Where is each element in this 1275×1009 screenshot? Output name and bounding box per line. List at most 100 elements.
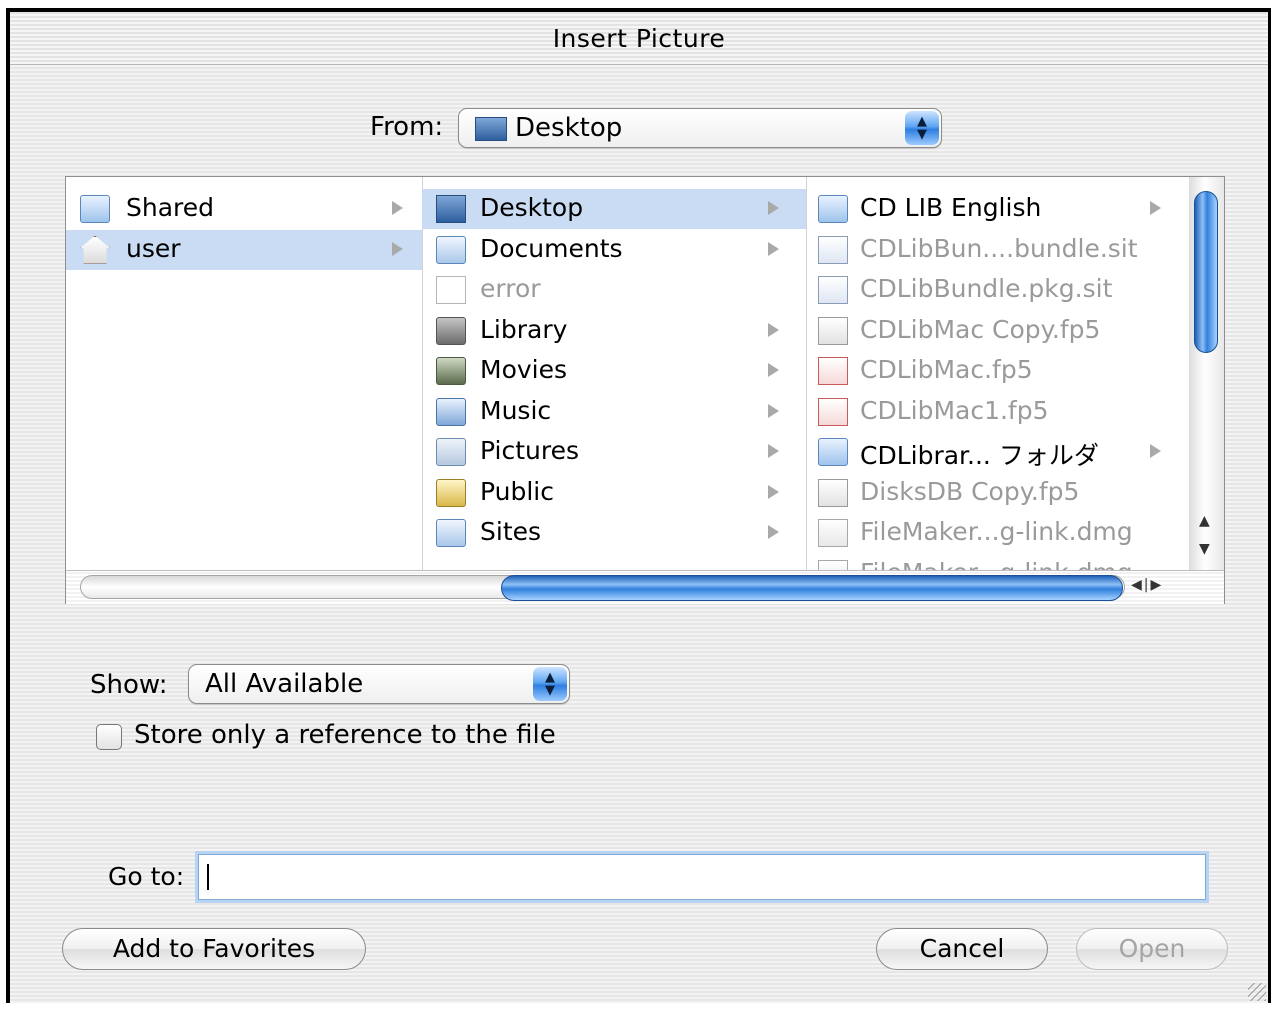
window-title: Insert Picture xyxy=(552,24,726,53)
browser-item[interactable]: Music xyxy=(422,392,806,432)
browser-item[interactable]: CDLibMac Copy.fp5 xyxy=(806,311,1189,351)
from-value: Desktop xyxy=(515,113,623,143)
browser-item-name: Movies xyxy=(480,355,568,384)
disclosure-arrow-icon xyxy=(768,484,779,499)
desktop-folder-icon xyxy=(475,117,507,141)
browser-item-name: Music xyxy=(480,395,552,425)
disclosure-arrow-icon xyxy=(1150,201,1161,215)
browser-item-name: user xyxy=(126,233,181,263)
open-button[interactable]: Open xyxy=(1076,928,1228,970)
movies-folder-icon xyxy=(436,357,466,385)
document-icon xyxy=(436,276,466,304)
disclosure-arrow-icon xyxy=(768,322,779,337)
pictures-folder-icon xyxy=(436,438,466,466)
scroll-left-right-arrows-icon[interactable]: ◀|▶ xyxy=(1131,577,1163,593)
browser-item-name: CDLibBun....bundle.sit xyxy=(860,233,1138,263)
browser-item-name: CDLibMac.fp5 xyxy=(860,355,1033,384)
browser-item-name: Pictures xyxy=(480,436,579,465)
browser-item[interactable]: CDLibBun....bundle.sit xyxy=(806,230,1189,270)
public-folder-icon xyxy=(436,478,466,507)
sites-folder-icon xyxy=(436,519,466,547)
desktop-folder-icon xyxy=(436,195,466,223)
archive-icon xyxy=(818,235,848,264)
folder-icon xyxy=(818,438,848,466)
browser-item[interactable]: DisksDB Copy.fp5 xyxy=(806,473,1189,513)
browser-column-1: Shared user xyxy=(66,177,423,570)
browser-item[interactable]: CD LIB English xyxy=(806,189,1189,229)
horizontal-scrollbar[interactable]: ◀|▶ xyxy=(66,570,1224,604)
text-caret xyxy=(207,864,209,890)
cancel-button[interactable]: Cancel xyxy=(876,928,1048,970)
browser-item[interactable]: Sites xyxy=(422,513,806,553)
browser-item-name: Shared xyxy=(126,193,215,222)
browser-column-2: Desktop Documents error Library Movies Music P… xyxy=(422,177,807,570)
browser-item-name: CDLibMac1.fp5 xyxy=(860,395,1049,425)
show-value: All Available xyxy=(205,669,364,699)
documents-folder-icon xyxy=(436,235,466,264)
browser-item-name: Public xyxy=(480,476,554,506)
disclosure-arrow-icon xyxy=(768,403,779,418)
from-label: From: xyxy=(370,112,444,142)
popup-arrows-icon: ▲ ▼ xyxy=(533,667,567,701)
browser-item[interactable]: Library xyxy=(422,311,806,351)
browser-item-name: error xyxy=(480,274,541,303)
browser-item[interactable]: Movies xyxy=(422,351,806,391)
from-popup[interactable]: Desktop ▲ ▼ xyxy=(458,108,942,148)
browser-item-name: CDLibBundle.pkg.sit xyxy=(860,274,1113,303)
browser-item-name: Documents xyxy=(480,233,623,263)
show-popup[interactable]: All Available ▲ ▼ xyxy=(188,664,570,704)
disclosure-arrow-icon xyxy=(1150,444,1161,458)
disclosure-arrow-icon xyxy=(768,525,779,539)
popup-arrows-icon: ▲ ▼ xyxy=(905,111,939,145)
browser-item[interactable]: CDLibrar... フォルダ xyxy=(806,432,1189,472)
reference-checkbox-label[interactable]: Store only a reference to the file xyxy=(134,720,556,750)
insert-picture-dialog: Insert Picture From: Desktop ▲ ▼ Shared us… xyxy=(6,8,1271,1003)
horizontal-scroll-thumb[interactable] xyxy=(501,575,1123,601)
browser-item[interactable]: user xyxy=(66,229,422,270)
disclosure-arrow-icon xyxy=(768,201,779,215)
browser-item[interactable]: CDLibMac1.fp5 xyxy=(806,392,1189,432)
music-folder-icon xyxy=(436,397,466,426)
browser-item-name: CDLibMac Copy.fp5 xyxy=(860,314,1101,344)
browser-item-name: FileMaker...g-link.dmg xyxy=(860,517,1133,546)
browser-item[interactable]: Documents xyxy=(422,230,806,270)
reference-checkbox[interactable] xyxy=(96,724,122,750)
browser-item[interactable]: FileMaker...g-link.dmg xyxy=(806,513,1189,553)
browser-item[interactable]: CDLibMac.fp5 xyxy=(806,351,1189,391)
add-to-favorites-button[interactable]: Add to Favorites xyxy=(62,928,366,970)
browser-item-name: CD LIB English xyxy=(860,193,1042,222)
archive-icon xyxy=(818,276,848,304)
scroll-up-arrow-icon[interactable]: ▲ xyxy=(1199,513,1210,529)
goto-label: Go to: xyxy=(108,862,185,891)
folder-icon xyxy=(80,195,110,223)
browser-item[interactable]: FileMaker...g-link.dmg xyxy=(806,554,1189,571)
resize-grip-icon[interactable] xyxy=(1248,983,1266,1001)
browser-item[interactable]: CDLibBundle.pkg.sit xyxy=(806,270,1189,310)
disclosure-arrow-icon xyxy=(768,363,779,377)
browser-item[interactable]: Shared xyxy=(66,189,422,229)
browser-item-name: Sites xyxy=(480,517,542,546)
vertical-scroll-thumb[interactable] xyxy=(1194,191,1218,353)
library-folder-icon xyxy=(436,316,466,345)
browser-item-name: Desktop xyxy=(480,193,584,222)
browser-item[interactable]: Desktop xyxy=(422,189,806,229)
browser-item-name: CDLibrar... フォルダ xyxy=(860,441,1099,470)
disclosure-arrow-icon xyxy=(392,201,403,215)
browser-item[interactable]: error xyxy=(422,270,806,310)
filemaker-doc-icon xyxy=(818,478,848,507)
filemaker-doc-icon xyxy=(818,316,848,345)
disclosure-arrow-icon xyxy=(768,241,779,256)
scroll-down-arrow-icon[interactable]: ▼ xyxy=(1199,541,1210,557)
disk-image-icon xyxy=(818,519,848,547)
browser-item[interactable]: Pictures xyxy=(422,432,806,472)
show-label: Show: xyxy=(90,670,168,700)
browser-item-name: Library xyxy=(480,314,568,344)
vertical-scrollbar[interactable]: ▲ ▼ xyxy=(1189,177,1224,570)
title-bar[interactable]: Insert Picture xyxy=(10,12,1268,65)
goto-input[interactable] xyxy=(198,854,1206,900)
pdf-doc-icon xyxy=(818,397,848,426)
browser-item-name: FileMaker...g-link.dmg xyxy=(860,558,1133,571)
disclosure-arrow-icon xyxy=(392,241,403,256)
browser-item[interactable]: Public xyxy=(422,473,806,513)
disclosure-arrow-icon xyxy=(768,444,779,458)
